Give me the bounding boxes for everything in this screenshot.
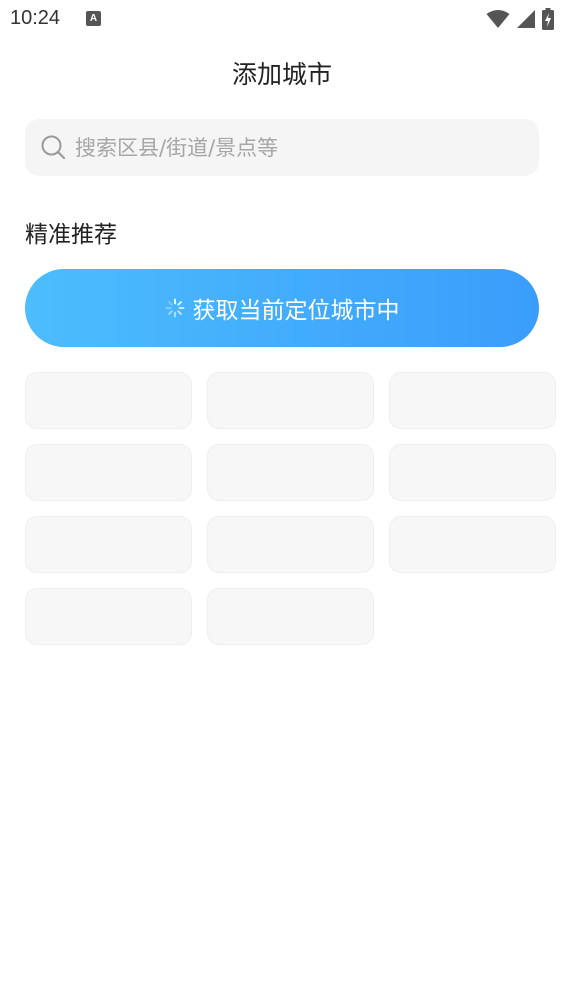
search-input[interactable] <box>75 119 525 176</box>
system-icons <box>486 8 554 30</box>
city-grid <box>25 372 556 645</box>
city-placeholder[interactable] <box>25 588 192 645</box>
locate-current-city-button[interactable]: 获取当前定位城市中 <box>25 269 539 347</box>
recommend-section-label: 精准推荐 <box>25 222 117 248</box>
city-placeholder[interactable] <box>25 444 192 501</box>
city-placeholder[interactable] <box>25 372 192 429</box>
page-title: 添加城市 <box>231 60 332 89</box>
city-placeholder[interactable] <box>389 516 556 573</box>
status-time: 10:24 <box>10 7 61 29</box>
loading-spinner-icon <box>165 298 184 318</box>
city-placeholder[interactable] <box>207 516 374 573</box>
search-icon <box>41 135 66 160</box>
city-placeholder[interactable] <box>207 372 374 429</box>
locate-button-label: 获取当前定位城市中 <box>192 298 400 324</box>
battery-charging-icon <box>542 8 554 30</box>
city-placeholder[interactable] <box>389 444 556 501</box>
city-placeholder[interactable] <box>389 372 556 429</box>
wifi-icon <box>486 10 510 28</box>
city-placeholder[interactable] <box>207 588 374 645</box>
city-placeholder[interactable] <box>25 516 192 573</box>
notification-app-icon: A <box>86 11 101 26</box>
status-bar: 10:24 A <box>0 0 564 38</box>
search-bar[interactable] <box>25 119 539 176</box>
cell-signal-icon <box>517 10 535 28</box>
city-placeholder[interactable] <box>207 444 374 501</box>
